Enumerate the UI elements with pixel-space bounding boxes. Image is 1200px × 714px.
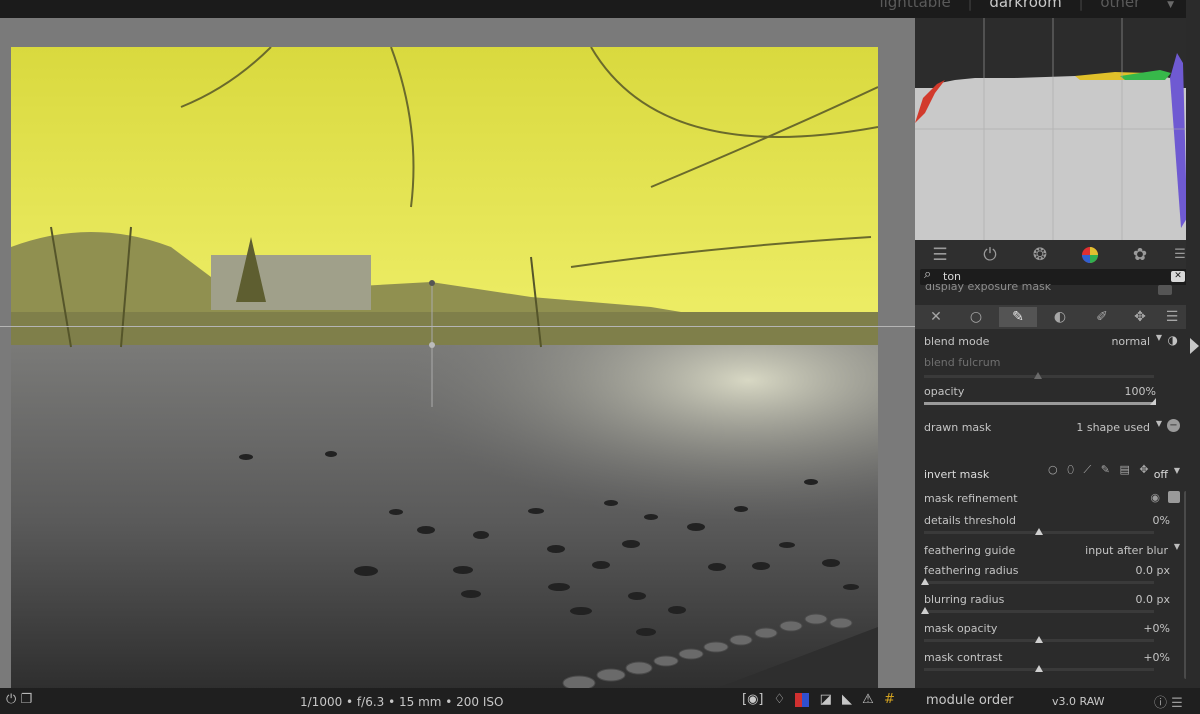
blurring-radius-label: blurring radius bbox=[924, 593, 1005, 606]
slider-marker bbox=[1034, 372, 1042, 379]
invert-mask-value: off bbox=[1153, 468, 1168, 481]
feathering-guide-label: feathering guide bbox=[924, 544, 1016, 557]
film-icon[interactable]: ✿ bbox=[1129, 244, 1151, 266]
module-order-label[interactable]: module order bbox=[926, 693, 1014, 708]
mask-off-icon[interactable]: ✕ bbox=[917, 307, 955, 327]
mask-contrast-value: +0% bbox=[1143, 651, 1170, 664]
bottom-right-icons: ⓘ ☰ bbox=[1154, 692, 1183, 711]
drawn-mask-label: drawn mask bbox=[924, 421, 992, 434]
blend-mode-label: blend mode bbox=[924, 335, 990, 348]
color-wheel-icon[interactable] bbox=[1079, 244, 1101, 266]
guides-icon[interactable]: # bbox=[884, 692, 895, 707]
blurring-radius-value: 0.0 px bbox=[1135, 593, 1170, 606]
clear-icon[interactable]: ✕ bbox=[1171, 271, 1185, 282]
expand-right-panel-icon[interactable] bbox=[1190, 338, 1199, 354]
opacity-value: 100% bbox=[1124, 385, 1156, 398]
opacity-slider[interactable] bbox=[924, 402, 1154, 405]
feathering-radius-value: 0.0 px bbox=[1135, 564, 1170, 577]
slider-marker bbox=[921, 607, 929, 614]
opacity-label: opacity bbox=[924, 385, 965, 398]
minus-icon[interactable]: − bbox=[1167, 419, 1180, 432]
details-threshold-label: details threshold bbox=[924, 514, 1016, 527]
color-assessment-icon[interactable] bbox=[795, 692, 810, 707]
sliders-icon[interactable]: ☰ bbox=[929, 244, 951, 266]
info-icon[interactable]: ⓘ bbox=[1154, 696, 1167, 711]
mask-opacity-label: mask opacity bbox=[924, 622, 998, 635]
circle-shape-icon[interactable]: ○ bbox=[1048, 463, 1058, 476]
histogram[interactable] bbox=[915, 18, 1192, 240]
opacity-fill bbox=[924, 402, 1154, 405]
search-icon: ⌕ bbox=[924, 267, 932, 282]
blurring-radius-slider[interactable] bbox=[921, 607, 1154, 614]
feathering-radius-label: feathering radius bbox=[924, 564, 1019, 577]
chevron-down-icon[interactable]: ▼ bbox=[1167, 0, 1174, 10]
gradient-shape-icon[interactable]: ▤ bbox=[1119, 463, 1129, 476]
menu-icon[interactable]: ☰ bbox=[1171, 696, 1183, 711]
second-window-icon[interactable]: ❐ bbox=[20, 692, 32, 707]
brush-shape-icon[interactable]: ✎ bbox=[1101, 463, 1110, 476]
mask-drawn-icon[interactable]: ✎ bbox=[999, 307, 1037, 327]
ellipse-shape-icon[interactable]: ⬯ bbox=[1067, 463, 1074, 476]
chevron-down-icon: ▼ bbox=[1173, 542, 1180, 551]
mask-contrast-label: mask contrast bbox=[924, 651, 1003, 664]
slider-marker bbox=[1035, 528, 1043, 535]
warning-icon[interactable]: ⚠ bbox=[862, 692, 874, 707]
center-view[interactable] bbox=[0, 18, 915, 698]
mask-parametric-icon[interactable]: ◐ bbox=[1041, 307, 1079, 327]
mask-refinement-label: mask refinement bbox=[924, 492, 1018, 505]
search-value: ton bbox=[943, 270, 962, 283]
mask-opacity-slider[interactable] bbox=[924, 636, 1154, 643]
path-shape-icon[interactable]: ⟋ bbox=[1084, 463, 1092, 476]
slider-end-marker bbox=[1150, 398, 1156, 405]
module-groups-tabs: ☰ ⏻ ❂ ✿ ☰ bbox=[915, 240, 1186, 270]
blend-mode-value: normal bbox=[1111, 335, 1150, 348]
gamut-check-icon[interactable]: ◣ bbox=[842, 692, 852, 707]
view-lighttable[interactable]: lighttable bbox=[879, 0, 950, 11]
mask-opacity-value: +0% bbox=[1143, 622, 1170, 635]
slider-marker bbox=[1035, 665, 1043, 672]
view-other[interactable]: other bbox=[1100, 0, 1140, 11]
mask-drawn-parametric-icon[interactable]: ✐ bbox=[1083, 307, 1121, 327]
mask-contrast-slider[interactable] bbox=[924, 665, 1154, 672]
square-toggle-icon[interactable] bbox=[1158, 285, 1172, 295]
softproof-icon[interactable]: ◪ bbox=[820, 692, 832, 707]
invert-mask-label: invert mask bbox=[924, 468, 990, 481]
bottom-left-icons: ⏻ ❐ bbox=[6, 692, 32, 707]
bottom-toolbar-icons: [◉] ♢ ◪ ◣ ⚠ # bbox=[742, 692, 901, 707]
top-bar: lighttable | darkroom | other ▼ bbox=[0, 0, 1200, 18]
chevron-down-icon: ▼ bbox=[1173, 466, 1180, 475]
view-darkroom[interactable]: darkroom bbox=[989, 0, 1061, 11]
module-search-input[interactable]: ⌕ ton ✕ bbox=[920, 267, 1188, 285]
slider-marker bbox=[921, 578, 929, 585]
feathering-radius-slider[interactable] bbox=[921, 578, 1154, 585]
edit-shapes-icon[interactable]: ✥ bbox=[1139, 463, 1148, 476]
half-circle-icon[interactable]: ◑ bbox=[1168, 333, 1178, 347]
right-panel: ☰ ⏻ ❂ ✿ ☰ ⌕ ton ✕ display exposure mask … bbox=[915, 18, 1200, 688]
mask-uniform-icon[interactable]: ○ bbox=[957, 307, 995, 327]
focus-peaking-icon[interactable]: [◉] bbox=[742, 692, 764, 707]
chevron-down-icon: ▼ bbox=[1155, 333, 1162, 342]
exif-info: 1/1000 • f/6.3 • 15 mm • 200 ISO bbox=[300, 695, 504, 709]
details-threshold-slider[interactable] bbox=[924, 528, 1154, 535]
power-icon[interactable]: ⏻ bbox=[6, 692, 16, 707]
drawn-mask-value: 1 shape used bbox=[1076, 421, 1150, 434]
power-icon[interactable]: ⏻ bbox=[979, 244, 1001, 266]
details-threshold-value: 0% bbox=[1152, 514, 1170, 527]
chevron-down-icon: ▼ bbox=[1155, 419, 1162, 428]
slider-marker bbox=[1035, 636, 1043, 643]
photo-canvas[interactable] bbox=[11, 47, 878, 698]
feathering-guide-value: input after blur bbox=[1085, 544, 1168, 557]
bottom-bar: ⏻ ❐ 1/1000 • f/6.3 • 15 mm • 200 ISO [◉]… bbox=[0, 688, 1200, 714]
blend-fulcrum-slider[interactable] bbox=[924, 372, 1154, 379]
module-order-value[interactable]: v3.0 RAW bbox=[1052, 695, 1105, 708]
gradient-guide-line[interactable] bbox=[0, 326, 920, 327]
blend-fulcrum-label: blend fulcrum bbox=[924, 356, 1001, 369]
mask-display-icon[interactable] bbox=[1168, 491, 1180, 503]
eye-icon[interactable]: ◉ bbox=[1150, 491, 1160, 504]
display-exposure-mask-row[interactable]: display exposure mask bbox=[925, 284, 1175, 295]
mask-type-tabs: ✕ ○ ✎ ◐ ✐ ✥ ☰ bbox=[915, 305, 1186, 329]
bulb-icon[interactable]: ♢ bbox=[774, 692, 786, 707]
view-switcher: lighttable | darkroom | other ▼ bbox=[873, 0, 1180, 11]
aperture-icon[interactable]: ❂ bbox=[1029, 244, 1051, 266]
